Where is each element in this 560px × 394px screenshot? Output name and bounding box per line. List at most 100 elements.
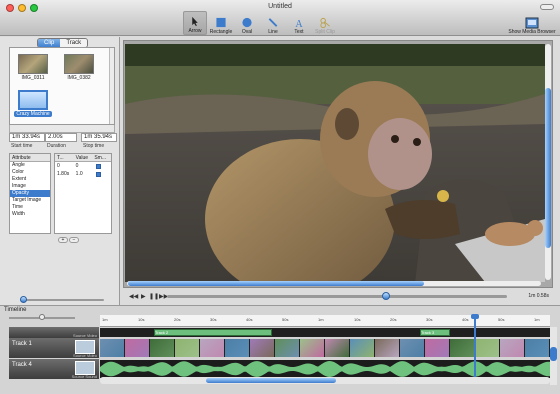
keyframe-row[interactable]: 1.80s 1.0: [55, 170, 111, 178]
split-clip-button[interactable]: Split Clip: [313, 11, 337, 35]
rectangle-tool-button[interactable]: Rectangle: [209, 11, 233, 35]
canvas-vertical-scroll-thumb[interactable]: [545, 88, 551, 248]
smooth-checkbox[interactable]: [96, 171, 102, 177]
track-4-header[interactable]: Track 4 Source Sound: [9, 359, 99, 379]
video-canvas[interactable]: [123, 40, 553, 288]
video-frame-thumbnail: [500, 339, 525, 357]
track-4-source: Source Sound: [71, 374, 97, 379]
clip-image: [64, 54, 94, 74]
play-button[interactable]: ▶: [141, 293, 146, 300]
playhead[interactable]: [474, 315, 476, 383]
attribute-item[interactable]: Image: [10, 183, 50, 190]
ruler-tick: 10s: [354, 317, 361, 322]
clip-thumbnail[interactable]: IMG_0311: [16, 54, 50, 84]
ruler-tick: 1m: [534, 317, 540, 322]
app-window: Untitled Arrow Rectangle Oval Line A Tex…: [0, 0, 560, 394]
rewind-button[interactable]: ◀◀: [129, 293, 138, 300]
video-frame-thumbnail: [250, 339, 275, 357]
clip-browser: IMG_0311 IMG_0382 Crazy Machine: [9, 47, 115, 125]
line-icon: [268, 18, 278, 27]
attribute-header: Attribute: [10, 154, 50, 162]
tab-track[interactable]: Track: [60, 39, 88, 47]
video-frame-thumbnail: [525, 339, 550, 357]
track-1-source: Source Video: [73, 353, 97, 358]
ruler-tick: 10s: [138, 317, 145, 322]
attribute-item[interactable]: Opacity: [10, 190, 50, 197]
keyframe-add-remove: + −: [58, 237, 79, 243]
clip-thumbnail[interactable]: IMG_0382: [62, 54, 96, 84]
source-sound-icon: [75, 361, 95, 375]
track-4-lane[interactable]: [100, 360, 550, 378]
start-time-field[interactable]: 1m 33.94s: [9, 133, 45, 142]
ruler-tick: 50s: [498, 317, 505, 322]
overlay-track-lane[interactable]: Track 2 Track 3: [100, 328, 550, 337]
video-frame-thumbnail: [200, 339, 225, 357]
stop-time-field[interactable]: 1m 35.94s: [81, 133, 117, 142]
overlay-clip[interactable]: Track 2: [154, 329, 272, 336]
value-slider-knob[interactable]: [20, 296, 27, 303]
keyframe-row[interactable]: 0 0: [55, 162, 111, 170]
timeline-zoom-slider[interactable]: [9, 314, 75, 320]
show-media-browser-button[interactable]: Show Media Browser: [506, 11, 558, 35]
ruler-tick: 1m: [318, 317, 324, 322]
timeline-ruler[interactable]: 1m 10s 20s 30s 40s 50s 1m 10s 20s 30s 40…: [100, 315, 550, 327]
canvas-vertical-scrollbar[interactable]: [545, 44, 551, 280]
video-frame-thumbnail: [100, 339, 125, 357]
text-tool-button[interactable]: A Text: [287, 11, 311, 35]
inspector-panel: Clip Track IMG_0311 IMG_0382 Crazy Machi…: [0, 37, 120, 314]
timeline-vertical-scrollbar[interactable]: [550, 327, 557, 385]
timeline-zoom-knob[interactable]: [39, 314, 45, 320]
video-frame-thumbnail: [375, 339, 400, 357]
line-tool-button[interactable]: Line: [261, 11, 285, 35]
video-frame-thumbnail: [450, 339, 475, 357]
ruler-tick: 30s: [210, 317, 217, 322]
add-keyframe-button[interactable]: +: [58, 237, 68, 243]
duration-field[interactable]: 2.00s: [45, 133, 77, 142]
timeline-vertical-scroll-thumb[interactable]: [550, 347, 557, 361]
playback-scrubber[interactable]: [167, 292, 507, 300]
value-slider[interactable]: [20, 296, 104, 303]
transport-bar: ◀◀ ▶ ❚❚ ▶▶ 1m 0.58s: [123, 290, 553, 302]
title-bar: Untitled Arrow Rectangle Oval Line A Tex…: [0, 0, 560, 36]
canvas-horizontal-scrollbar[interactable]: [127, 281, 541, 286]
attribute-item[interactable]: Angle: [10, 162, 50, 169]
overlay-track-header[interactable]: Source Video: [9, 327, 99, 338]
monkey-video-image: [125, 44, 545, 282]
current-timecode: 1m 0.58s: [528, 293, 549, 299]
source-video-icon: [75, 340, 95, 354]
video-frame-thumbnail: [225, 339, 250, 357]
toolbar-toggle-button[interactable]: [540, 4, 554, 10]
video-frame-thumbnail: [150, 339, 175, 357]
track-1-lane[interactable]: [100, 339, 550, 357]
overlay-clip[interactable]: Track 3: [420, 329, 450, 336]
clip-image: [18, 54, 48, 74]
keyframe-col-value: Value: [75, 155, 89, 161]
oval-tool-button[interactable]: Oval: [235, 11, 259, 35]
clip-image: [18, 90, 48, 110]
ruler-tick: 30s: [426, 317, 433, 322]
svg-text:A: A: [295, 19, 303, 28]
text-icon: A: [295, 19, 303, 28]
canvas-horizontal-scroll-thumb[interactable]: [128, 281, 424, 286]
clip-thumbnail-selected[interactable]: Crazy Machine: [14, 90, 52, 120]
tab-clip[interactable]: Clip: [38, 39, 61, 47]
attribute-item[interactable]: Color: [10, 169, 50, 176]
line-tool-label: Line: [268, 29, 278, 35]
pause-button[interactable]: ❚❚: [149, 293, 159, 300]
drawing-toolbar: Arrow Rectangle Oval Line A Text Split C…: [183, 11, 337, 35]
arrow-tool-button[interactable]: Arrow: [183, 11, 207, 35]
playback-scrubber-knob[interactable]: [382, 292, 390, 300]
remove-keyframe-button[interactable]: −: [69, 237, 79, 243]
attribute-item[interactable]: Width: [10, 211, 50, 218]
timeline-horizontal-scroll-thumb[interactable]: [206, 378, 336, 383]
text-tool-label: Text: [294, 29, 304, 35]
clip-browser-scrollbar[interactable]: [109, 48, 114, 124]
video-frame-thumbnail: [300, 339, 325, 357]
keyframe-col-time: T...: [57, 155, 64, 161]
attribute-item[interactable]: Time: [10, 204, 50, 211]
attribute-item[interactable]: Target Image: [10, 197, 50, 204]
smooth-checkbox[interactable]: [96, 163, 102, 169]
track-1-header[interactable]: Track 1 Source Video: [9, 338, 99, 358]
attribute-list: Attribute Angle Color Extent Image Opacity Ta…: [9, 153, 51, 234]
attribute-item[interactable]: Extent: [10, 176, 50, 183]
